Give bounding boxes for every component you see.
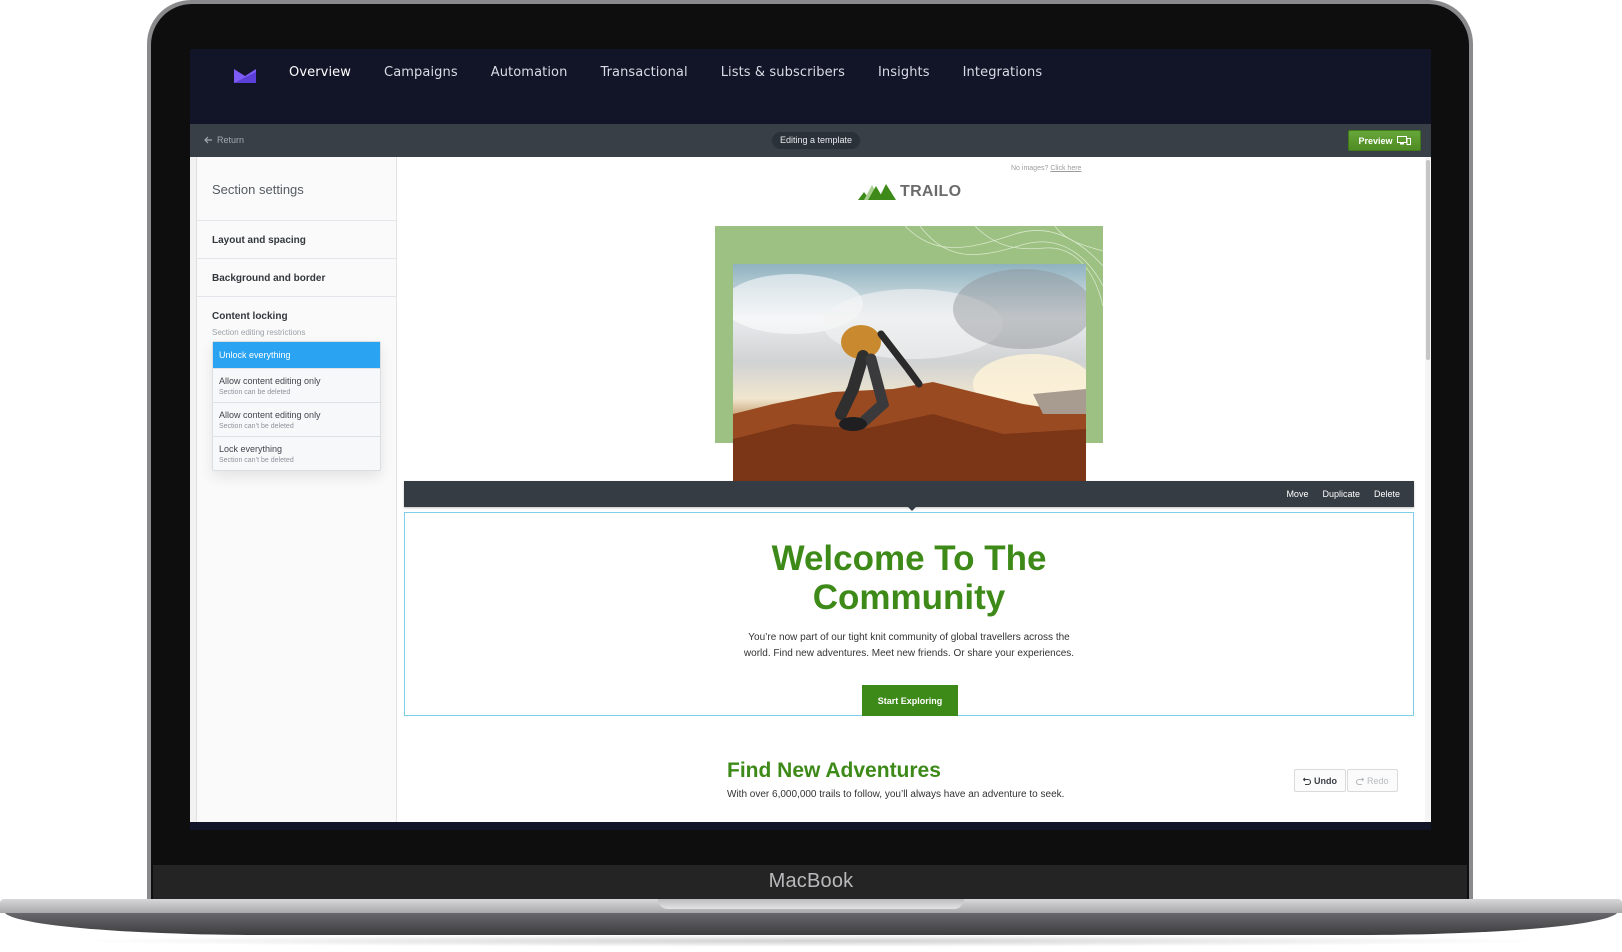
welcome-heading: Welcome To The Community [405,539,1413,617]
trailo-logo: TRAILO [858,182,961,200]
arrow-left-icon [204,136,212,144]
preview-button[interactable]: Preview [1348,130,1421,151]
welcome-body-line2: world. Find new adventures. Meet new fri… [743,647,1075,659]
nav-item-transactional[interactable]: Transactional [600,65,687,80]
mountains-logo-icon [858,184,896,200]
no-images-notice: No images? Click here [1011,165,1081,172]
lock-option-lock-everything[interactable]: Lock everything Section can’t be deleted [213,437,380,470]
welcome-body-text: You’re now part of our tight knit commun… [405,630,1413,661]
lock-option-description: Section can’t be deleted [219,423,294,430]
adventures-heading: Find New Adventures [727,759,941,782]
devices-icon [1396,136,1411,145]
nav-item-overview[interactable]: Overview [289,65,351,80]
no-images-text: No images? [1011,165,1049,172]
no-images-link[interactable]: Click here [1050,165,1081,172]
return-label: Return [217,135,245,145]
redo-label: Redo [1367,775,1389,786]
welcome-heading-line2: Community [812,578,1006,617]
lock-option-label: Allow content editing only [219,376,321,386]
selected-welcome-section[interactable]: Welcome To The Community You’re now part… [404,512,1414,716]
history-controls: Undo Redo [1294,769,1398,792]
sidebar-item-background-border[interactable]: Background and border [197,259,396,297]
toolbar-caret-icon [908,507,916,511]
lock-option-label: Lock everything [219,444,283,454]
undo-label: Undo [1314,775,1337,786]
envelope-logo-icon[interactable] [234,69,256,83]
lock-option-content-only-deletable[interactable]: Allow content editing only Section can b… [213,369,380,403]
undo-button[interactable]: Undo [1294,769,1346,792]
section-toolbar: Move Duplicate Delete [404,481,1414,507]
lock-option-unlock-everything[interactable]: Unlock everything [213,342,380,369]
undo-icon [1303,777,1311,785]
welcome-body-line1: You’re now part of our tight knit commun… [748,632,1070,643]
duplicate-section-button[interactable]: Duplicate [1322,489,1360,499]
lock-option-label: Unlock everything [219,350,291,360]
editor-workspace: Section settings Layout and spacing Back… [190,157,1431,822]
nav-item-insights[interactable]: Insights [878,65,930,80]
sidebar-gutter [190,157,197,822]
nav-item-integrations[interactable]: Integrations [963,65,1043,80]
adventures-body-text: With over 6,000,000 trails to follow, yo… [727,789,1065,800]
lock-option-description: Section can’t be deleted [219,457,294,464]
hero-hiker-image[interactable] [733,264,1086,481]
nav-item-automation[interactable]: Automation [491,65,568,80]
return-link[interactable]: Return [204,135,244,145]
start-exploring-button[interactable]: Start Exploring [862,685,958,716]
sidebar-item-layout-spacing[interactable]: Layout and spacing [197,221,396,259]
laptop-brand-label: MacBook [768,870,854,892]
redo-button[interactable]: Redo [1347,769,1398,792]
laptop-base-lower [4,911,1618,935]
lock-option-content-only-not-deletable[interactable]: Allow content editing only Section can’t… [213,403,380,437]
laptop-shadow [60,935,1560,947]
sidebar-item-content-locking[interactable]: Content locking [197,297,396,322]
screen-bottom-edge [190,822,1431,830]
redo-icon [1356,777,1364,785]
canvas-scrollbar-thumb[interactable] [1426,160,1430,360]
lock-option-description: Section can be deleted [219,389,291,396]
hiker-photo-illustration [733,269,1086,481]
section-settings-sidebar: Section settings Layout and spacing Back… [197,157,397,822]
top-navigation: Overview Campaigns Automation Transactio… [190,49,1431,124]
sidebar-title: Section settings [197,157,396,221]
locking-options-list: Unlock everything Allow content editing … [212,341,381,471]
editing-status-badge: Editing a template [772,132,861,149]
preview-label: Preview [1358,135,1393,146]
locking-subtitle: Section editing restrictions [212,328,306,337]
app-screen: Overview Campaigns Automation Transactio… [190,49,1431,830]
nav-item-campaigns[interactable]: Campaigns [384,65,458,80]
editor-toolbar: Return Editing a template Preview [190,124,1431,157]
laptop-hinge-notch [658,899,964,909]
welcome-heading-line1: Welcome To The [771,539,1047,578]
move-section-button[interactable]: Move [1286,489,1308,499]
email-canvas: No images? Click here TRAILO Move Duplic… [398,157,1425,822]
lock-option-label: Allow content editing only [219,410,321,420]
delete-section-button[interactable]: Delete [1374,489,1400,499]
brand-wordmark: TRAILO [900,183,962,200]
nav-item-lists-subscribers[interactable]: Lists & subscribers [721,65,845,80]
